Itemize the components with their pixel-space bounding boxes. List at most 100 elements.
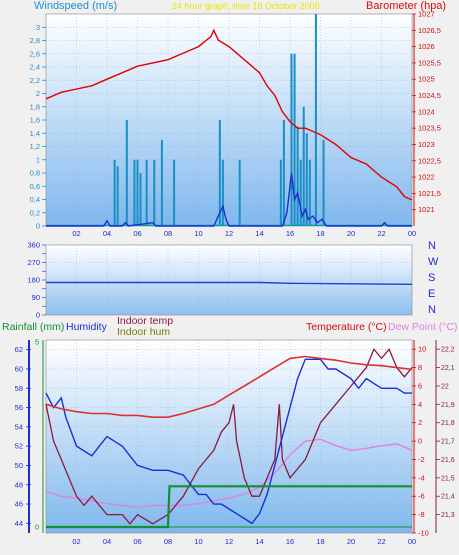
temp-y-tick-5: 0 bbox=[418, 437, 422, 446]
baro-y-tick-6: 1024 bbox=[418, 107, 435, 116]
wind-y-tick-8: 1,6 bbox=[30, 116, 40, 125]
baro-y-tick-12: 1027 bbox=[418, 10, 435, 19]
temp-y-tick-3: -4 bbox=[418, 473, 425, 482]
wind-x-tick-10: 22 bbox=[377, 229, 385, 238]
compass-s: S bbox=[428, 272, 435, 284]
wind-y-tick-9: 1,8 bbox=[30, 102, 40, 111]
dir-y-tick-8: 360 bbox=[27, 241, 40, 250]
wind-y-tick-15: 3 bbox=[36, 23, 40, 32]
baro-y-tick-9: 1025,5 bbox=[418, 58, 441, 67]
hum-x-tick-8: 18 bbox=[316, 537, 324, 546]
compass-n-bottom: N bbox=[428, 304, 436, 316]
rain-y-tick-0: 0 bbox=[35, 523, 39, 532]
gust-bar-22 bbox=[314, 14, 317, 226]
gust-bar-0 bbox=[113, 159, 116, 226]
indoor-y-tick-2: 21,5 bbox=[441, 475, 455, 482]
hum-x-tick-11: 00 bbox=[408, 537, 416, 546]
indoor-y-tick-1: 21,4 bbox=[441, 494, 455, 501]
hum-x-tick-2: 06 bbox=[133, 537, 141, 546]
hum-y-tick-5: 54 bbox=[15, 422, 23, 431]
wind-x-tick-11: 00 bbox=[408, 229, 416, 238]
wind-y-tick-12: 2,4 bbox=[30, 63, 40, 72]
weather-chart: Windspeed (m/s) 24 hour graph, time 18 O… bbox=[2, 0, 458, 546]
chart-title: 24 hour graph, time 18 October 2008 bbox=[172, 1, 320, 11]
dir-y-tick-6: 270 bbox=[27, 258, 40, 267]
hum-y-tick-0: 44 bbox=[15, 519, 23, 528]
indoor-y-tick-3: 21,6 bbox=[441, 457, 455, 464]
indoor-y-tick-6: 21,9 bbox=[441, 402, 455, 409]
wind-x-tick-1: 04 bbox=[103, 229, 111, 238]
hum-x-tick-0: 02 bbox=[72, 537, 80, 546]
rain-y-tick-1: 5 bbox=[35, 338, 39, 347]
legend-rainfall: Rainfall (mm) bbox=[2, 321, 64, 333]
hum-x-tick-4: 10 bbox=[194, 537, 202, 546]
legend-indoor-hum: Indoor hum bbox=[117, 326, 170, 338]
gust-bar-1 bbox=[116, 166, 119, 226]
indoor-y-tick-8: 22,1 bbox=[441, 365, 455, 372]
wind-y-tick-10: 2 bbox=[36, 89, 40, 98]
hum-x-tick-6: 14 bbox=[255, 537, 263, 546]
gust-bar-19 bbox=[302, 106, 305, 226]
hum-y-tick-3: 50 bbox=[15, 461, 23, 470]
windspeed-axis-title: Windspeed (m/s) bbox=[34, 0, 117, 12]
wind-x-tick-9: 20 bbox=[347, 229, 355, 238]
hum-y-tick-8: 60 bbox=[15, 364, 23, 373]
baro-y-tick-11: 1026,5 bbox=[418, 26, 441, 35]
baro-y-tick-10: 1026 bbox=[418, 42, 435, 51]
wind-x-tick-4: 10 bbox=[194, 229, 202, 238]
gust-bar-17 bbox=[296, 126, 299, 226]
hum-y-tick-9: 62 bbox=[15, 345, 23, 354]
wind-y-tick-7: 1,4 bbox=[30, 129, 40, 138]
temp-y-tick-10: 10 bbox=[418, 345, 426, 354]
wind-y-tick-5: 1 bbox=[36, 155, 40, 164]
wind-y-tick-6: 1,2 bbox=[30, 142, 40, 151]
hum-y-tick-4: 52 bbox=[15, 442, 23, 451]
indoor-y-tick-5: 21,8 bbox=[441, 420, 455, 427]
wind-y-tick-0: 0 bbox=[36, 222, 40, 231]
indoor-y-tick-4: 21,7 bbox=[441, 439, 455, 446]
temp-y-tick-9: 8 bbox=[418, 363, 422, 372]
wind-y-tick-2: 0,4 bbox=[30, 195, 40, 204]
wind-x-tick-8: 18 bbox=[316, 229, 324, 238]
baro-y-tick-5: 1023,5 bbox=[418, 124, 441, 133]
gust-bar-4 bbox=[136, 159, 139, 226]
hum-x-tick-10: 22 bbox=[377, 537, 385, 546]
gust-bar-13 bbox=[279, 159, 282, 226]
gust-bar-15 bbox=[290, 53, 293, 226]
hum-x-tick-7: 16 bbox=[286, 537, 294, 546]
hum-x-tick-3: 08 bbox=[164, 537, 172, 546]
wind-y-tick-11: 2,2 bbox=[30, 76, 40, 85]
gust-bar-12 bbox=[238, 159, 241, 226]
indoor-y-tick-9: 22,2 bbox=[441, 347, 455, 354]
gust-bar-23 bbox=[322, 139, 325, 226]
gust-bar-6 bbox=[145, 159, 148, 226]
temp-y-tick-0: -10 bbox=[418, 529, 429, 538]
baro-y-tick-4: 1023 bbox=[418, 140, 435, 149]
gust-bar-8 bbox=[160, 139, 163, 226]
gust-bar-11 bbox=[221, 159, 224, 226]
dir-y-tick-2: 90 bbox=[32, 293, 40, 302]
gust-bar-7 bbox=[153, 159, 156, 226]
gust-bar-9 bbox=[173, 159, 176, 226]
hum-x-tick-9: 20 bbox=[347, 537, 355, 546]
wind-x-tick-0: 02 bbox=[72, 229, 80, 238]
gust-bar-21 bbox=[308, 159, 311, 226]
legend-temperature: Temperature (°C) bbox=[306, 321, 387, 333]
hum-y-tick-7: 58 bbox=[15, 384, 23, 393]
temp-y-tick-6: 2 bbox=[418, 418, 422, 427]
hum-x-tick-5: 12 bbox=[225, 537, 233, 546]
wind-x-tick-7: 16 bbox=[286, 229, 294, 238]
hum-y-tick-1: 46 bbox=[15, 500, 23, 509]
dir-y-tick-4: 180 bbox=[27, 276, 40, 285]
baro-y-tick-3: 1022,5 bbox=[418, 156, 441, 165]
wind-y-tick-14: 2,8 bbox=[30, 36, 40, 45]
hum-y-tick-2: 48 bbox=[15, 480, 23, 489]
gust-bar-14 bbox=[282, 120, 285, 226]
indoor-y-tick-0: 21,3 bbox=[441, 512, 455, 519]
indoor-y-tick-7: 22 bbox=[441, 383, 449, 390]
compass-w: W bbox=[428, 256, 439, 268]
temp-y-tick-1: -8 bbox=[418, 510, 425, 519]
compass-e: E bbox=[428, 288, 435, 300]
wind-x-tick-3: 08 bbox=[164, 229, 172, 238]
gust-bar-5 bbox=[139, 173, 142, 226]
